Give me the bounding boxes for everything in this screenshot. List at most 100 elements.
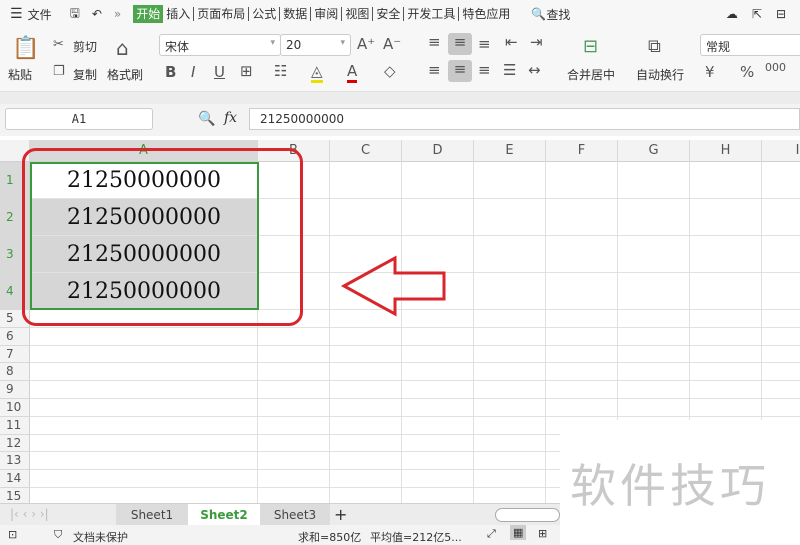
tab-formula[interactable]: 公式 bbox=[249, 7, 281, 21]
row-header-11[interactable]: 11 bbox=[0, 416, 30, 435]
row-header-9[interactable]: 9 bbox=[0, 381, 30, 399]
column-header-F[interactable]: F bbox=[546, 140, 618, 162]
name-box[interactable]: A1 bbox=[5, 108, 153, 130]
search-icon[interactable]: 🔍 bbox=[531, 7, 546, 21]
sheet-tab-2[interactable]: Sheet2 bbox=[188, 504, 260, 526]
font-size-select[interactable]: 20 ▾ bbox=[280, 34, 351, 56]
shield-icon: ⛉ bbox=[54, 528, 63, 541]
cut-button[interactable]: 剪切 bbox=[73, 38, 97, 55]
column-header-G[interactable]: G bbox=[618, 140, 690, 162]
column-header-H[interactable]: H bbox=[690, 140, 762, 162]
align-center-icon[interactable]: ≡ bbox=[448, 60, 472, 82]
align-top-icon[interactable]: ≡ bbox=[428, 33, 441, 51]
tab-data[interactable]: 数据 bbox=[280, 7, 312, 21]
tab-features[interactable]: 特色应用 bbox=[459, 7, 513, 21]
tab-security[interactable]: 安全 bbox=[373, 7, 405, 21]
percent-icon[interactable]: % bbox=[740, 63, 754, 81]
thousands-icon[interactable]: 000 bbox=[765, 61, 786, 74]
column-header-D[interactable]: D bbox=[402, 140, 474, 162]
tab-page-layout[interactable]: 页面布局 bbox=[194, 7, 250, 21]
grid-line bbox=[30, 326, 800, 328]
hamburger-icon[interactable]: ☰ bbox=[10, 6, 23, 22]
distribute-icon[interactable]: ↔ bbox=[528, 61, 541, 79]
formula-bar: A1 🔍 fx 21250000000 bbox=[0, 104, 800, 136]
format-painter-button[interactable]: 格式刷 bbox=[107, 66, 143, 83]
formula-input[interactable]: 21250000000 bbox=[249, 108, 800, 130]
justify-icon[interactable]: ☰ bbox=[503, 61, 516, 79]
page-view-icon[interactable]: ⊞ bbox=[538, 527, 547, 540]
search-button[interactable]: 查找 bbox=[546, 6, 570, 23]
settings-icon[interactable]: ⊟ bbox=[776, 7, 786, 21]
row-header-8[interactable]: 8 bbox=[0, 363, 30, 382]
paste-icon[interactable]: 📋 bbox=[12, 36, 39, 61]
sum-readout: 求和=850亿 bbox=[298, 531, 362, 544]
tab-developer[interactable]: 开发工具 bbox=[404, 7, 460, 21]
wrap-text-button[interactable]: 自动换行 bbox=[636, 66, 684, 83]
tab-view[interactable]: 视图 bbox=[342, 7, 374, 21]
more-icon[interactable]: » bbox=[114, 7, 121, 21]
add-sheet-icon[interactable]: + bbox=[334, 505, 347, 524]
grid-line bbox=[30, 362, 800, 364]
currency-icon[interactable]: ¥ bbox=[705, 63, 715, 81]
protect-status[interactable]: 文档未保护 bbox=[73, 529, 128, 545]
column-header-I[interactable]: I bbox=[762, 140, 800, 162]
save-icon[interactable]: 🖫 bbox=[70, 4, 80, 25]
copy-icon: ❐ bbox=[53, 64, 65, 79]
row-header-10[interactable]: 10 bbox=[0, 399, 30, 417]
merge-icon: ⊟ bbox=[583, 36, 599, 57]
row-header-7[interactable]: 7 bbox=[0, 345, 30, 364]
ribbon: 📋 粘贴 ✂ 剪切 ❐ 复制 ⌂ 格式刷 宋体 ▾ 20 ▾ A⁺ A⁻ B I U… bbox=[0, 28, 800, 92]
tab-review[interactable]: 审阅 bbox=[311, 7, 343, 21]
row-header-14[interactable]: 14 bbox=[0, 470, 30, 488]
cloud-icon[interactable]: ☁ bbox=[726, 7, 738, 21]
fullscreen-icon[interactable]: ⤢ bbox=[487, 527, 496, 541]
column-header-E[interactable]: E bbox=[474, 140, 546, 162]
number-format-select[interactable]: 常规 bbox=[700, 34, 800, 56]
tab-home[interactable]: 开始 bbox=[133, 5, 164, 23]
tab-insert[interactable]: 插入 bbox=[163, 7, 195, 21]
align-right-icon[interactable]: ≡ bbox=[478, 61, 491, 79]
italic-icon[interactable]: I bbox=[191, 63, 195, 81]
merge-center-button[interactable]: 合并居中 bbox=[567, 66, 615, 83]
bold-icon[interactable]: B bbox=[165, 63, 176, 81]
align-bottom-icon[interactable]: ≡ bbox=[478, 35, 491, 53]
font-value: 宋体 bbox=[165, 40, 190, 54]
underline-icon[interactable]: U bbox=[214, 63, 225, 81]
status-bar: ⊡ ⛉ 文档未保护 求和=850亿 平均值=212亿5... ⤢ ▦ ⊞ bbox=[0, 525, 560, 545]
row-header-12[interactable]: 12 bbox=[0, 434, 30, 453]
undo-icon[interactable]: ↶ bbox=[92, 7, 102, 21]
row-header-15[interactable]: 15 bbox=[0, 488, 30, 503]
decrease-font-icon[interactable]: A⁻ bbox=[383, 35, 401, 53]
indent-decrease-icon[interactable]: ⇤ bbox=[505, 33, 518, 51]
grid-line bbox=[30, 380, 800, 382]
indent-increase-icon[interactable]: ⇥ bbox=[530, 33, 543, 51]
row-header-13[interactable]: 13 bbox=[0, 452, 30, 471]
row-header-6[interactable]: 6 bbox=[0, 327, 30, 346]
column-header-C[interactable]: C bbox=[330, 140, 402, 162]
increase-font-icon[interactable]: A⁺ bbox=[357, 35, 375, 53]
sheet-tab-1[interactable]: Sheet1 bbox=[116, 504, 188, 526]
horizontal-scrollbar[interactable] bbox=[495, 508, 560, 522]
share-icon[interactable]: ⇱ bbox=[752, 7, 762, 21]
copy-button[interactable]: 复制 bbox=[73, 66, 97, 83]
annotation-arrow-icon bbox=[340, 255, 446, 317]
sheet-nav-icons[interactable]: |‹ ‹ › ›| bbox=[10, 507, 49, 521]
normal-view-icon[interactable]: ▦ bbox=[510, 525, 527, 540]
number-format-value: 常规 bbox=[706, 40, 731, 54]
menu-bar: ☰ 文件 🖫 ↶ » 开始 插入 页面布局 公式 数据 审阅 视图 安全 开发工… bbox=[0, 0, 800, 28]
font-family-select[interactable]: 宋体 ▾ bbox=[159, 34, 281, 56]
border-icon[interactable]: ⊞ bbox=[240, 62, 253, 80]
macro-icon[interactable]: ⊡ bbox=[8, 528, 17, 541]
sheet-tab-3[interactable]: Sheet3 bbox=[260, 504, 330, 526]
fx-icon[interactable]: fx bbox=[224, 110, 237, 126]
paste-button[interactable]: 粘贴 bbox=[8, 66, 32, 83]
align-left-icon[interactable]: ≡ bbox=[428, 61, 441, 79]
menu-file[interactable]: 文件 bbox=[28, 6, 52, 23]
fill-color-icon[interactable]: ◬ bbox=[311, 62, 323, 83]
zoom-icon[interactable]: 🔍 bbox=[198, 111, 215, 127]
fill-style-icon[interactable]: ☷ bbox=[274, 62, 287, 80]
font-color-icon[interactable]: A bbox=[347, 62, 358, 83]
align-middle-icon[interactable]: ≡ bbox=[448, 33, 472, 55]
eraser-icon[interactable]: ◇ bbox=[384, 62, 396, 80]
watermark-area: 软件技巧 bbox=[560, 420, 800, 545]
